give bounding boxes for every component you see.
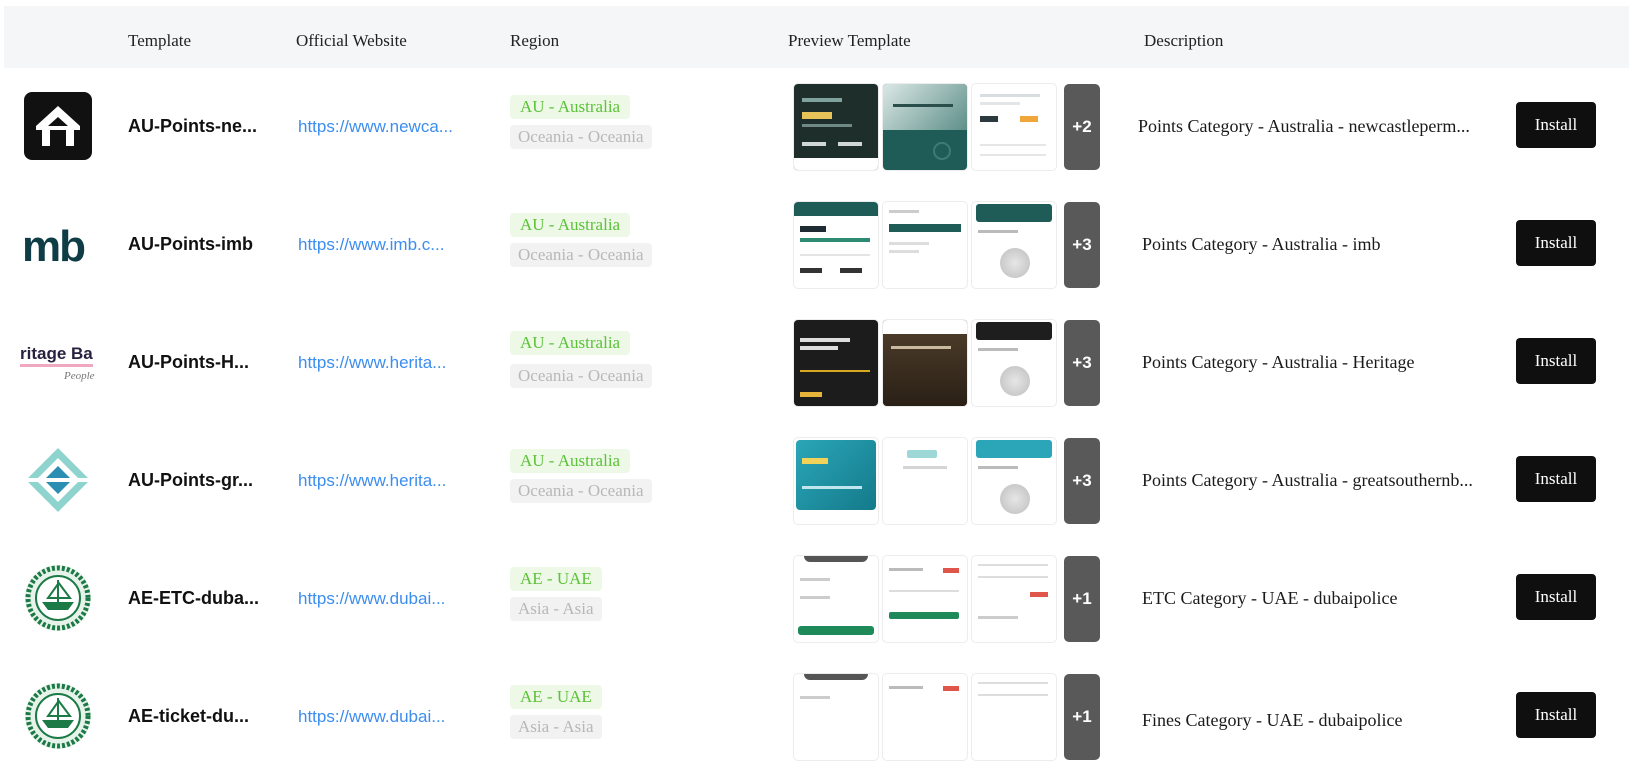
header-region: Region xyxy=(510,31,560,50)
region-secondary-tag: Oceania - Oceania xyxy=(510,125,652,149)
more-previews-button[interactable]: +2 xyxy=(1064,84,1100,170)
more-previews-button[interactable]: +1 xyxy=(1064,556,1100,642)
more-previews-button[interactable]: +3 xyxy=(1064,438,1100,524)
official-website-link[interactable]: https://www.imb.c... xyxy=(298,235,444,255)
more-previews-button[interactable]: +1 xyxy=(1064,674,1100,760)
more-previews-button[interactable]: +3 xyxy=(1064,202,1100,288)
preview-thumbnail[interactable] xyxy=(883,556,967,642)
preview-thumbnail[interactable] xyxy=(883,320,967,406)
house-logo-icon xyxy=(22,90,94,162)
official-website-link[interactable]: https://www.herita... xyxy=(298,353,446,373)
table-row: mb AU-Points-imb https://www.imb.c... AU… xyxy=(0,186,1629,304)
install-button[interactable]: Install xyxy=(1516,102,1596,148)
preview-thumbnail[interactable] xyxy=(794,84,878,170)
preview-thumbnail[interactable] xyxy=(972,438,1056,524)
dubai-police-logo-icon xyxy=(22,562,94,634)
logo-text: ritage Ba xyxy=(20,344,93,367)
region-secondary-tag: Oceania - Oceania xyxy=(510,479,652,503)
region-primary-tag: AU - Australia xyxy=(510,331,631,355)
install-button[interactable]: Install xyxy=(1516,456,1596,502)
preview-thumbnail[interactable] xyxy=(883,438,967,524)
preview-thumbnail[interactable] xyxy=(794,320,878,406)
official-website-link[interactable]: https://www.newca... xyxy=(298,117,453,137)
table-row: AU-Points-gr... https://www.herita... AU… xyxy=(0,422,1629,540)
region-primary-tag: AE - UAE xyxy=(510,567,602,591)
preview-thumbnail[interactable] xyxy=(972,556,1056,642)
template-name: AU-Points-ne... xyxy=(128,116,257,136)
official-website-link[interactable]: https://www.dubai... xyxy=(298,589,445,609)
template-description: Points Category - Australia - imb xyxy=(1142,234,1381,254)
header-template: Template xyxy=(128,31,192,50)
install-button[interactable]: Install xyxy=(1516,574,1596,620)
preview-thumbnail[interactable] xyxy=(972,674,1056,760)
logo-text: mb xyxy=(22,222,86,271)
template-name: AU-Points-gr... xyxy=(128,470,253,490)
region-primary-tag: AE - UAE xyxy=(510,685,602,709)
heritage-logo-icon: ritage Ba People xyxy=(20,326,95,398)
region-primary-tag: AU - Australia xyxy=(510,213,631,237)
official-website-link[interactable]: https://www.dubai... xyxy=(298,707,445,727)
table-row: AE-ticket-du... https://www.dubai... AE … xyxy=(0,658,1629,776)
header-description: Description xyxy=(1144,31,1224,50)
diamond-logo-icon xyxy=(22,444,94,516)
header-website: Official Website xyxy=(296,31,407,50)
preview-thumbnail[interactable] xyxy=(794,202,878,288)
imb-logo-icon: mb xyxy=(22,208,94,280)
region-secondary-tag: Asia - Asia xyxy=(510,597,602,621)
install-button[interactable]: Install xyxy=(1516,692,1596,738)
more-previews-button[interactable]: +3 xyxy=(1064,320,1100,406)
preview-thumbnail[interactable] xyxy=(972,84,1056,170)
region-secondary-tag: Oceania - Oceania xyxy=(510,364,652,388)
preview-thumbnail[interactable] xyxy=(883,674,967,760)
preview-thumbnail[interactable] xyxy=(794,556,878,642)
header-preview: Preview Template xyxy=(788,31,911,50)
preview-thumbnail[interactable] xyxy=(972,202,1056,288)
install-button[interactable]: Install xyxy=(1516,220,1596,266)
template-description: ETC Category - UAE - dubaipolice xyxy=(1142,588,1398,608)
template-name: AE-ETC-duba... xyxy=(128,588,259,608)
region-secondary-tag: Oceania - Oceania xyxy=(510,243,652,267)
template-description: Fines Category - UAE - dubaipolice xyxy=(1142,710,1403,730)
logo-subtext: People xyxy=(64,370,95,382)
region-secondary-tag: Asia - Asia xyxy=(510,715,602,739)
table-header: Template Official Website Region Preview… xyxy=(4,6,1629,68)
official-website-link[interactable]: https://www.herita... xyxy=(298,471,446,491)
preview-thumbnail[interactable] xyxy=(794,674,878,760)
preview-thumbnail[interactable] xyxy=(883,202,967,288)
preview-thumbnail[interactable] xyxy=(883,84,967,170)
template-description: Points Category - Australia - newcastlep… xyxy=(1138,116,1470,136)
template-name: AU-Points-imb xyxy=(128,234,253,254)
template-name: AE-ticket-du... xyxy=(128,706,250,726)
region-primary-tag: AU - Australia xyxy=(510,95,631,119)
table-row: AU-Points-ne... https://www.newca... AU … xyxy=(0,68,1629,186)
template-description: Points Category - Australia - Heritage xyxy=(1142,352,1415,372)
preview-thumbnail[interactable] xyxy=(972,320,1056,406)
table-row: AE-ETC-duba... https://www.dubai... AE -… xyxy=(0,540,1629,658)
preview-thumbnail[interactable] xyxy=(794,438,878,524)
install-button[interactable]: Install xyxy=(1516,338,1596,384)
table-row: ritage Ba People AU-Points-H... https://… xyxy=(0,304,1629,422)
template-description: Points Category - Australia - greatsouth… xyxy=(1142,470,1473,490)
region-primary-tag: AU - Australia xyxy=(510,449,631,473)
template-name: AU-Points-H... xyxy=(128,352,249,372)
dubai-police-logo-icon xyxy=(22,680,94,752)
